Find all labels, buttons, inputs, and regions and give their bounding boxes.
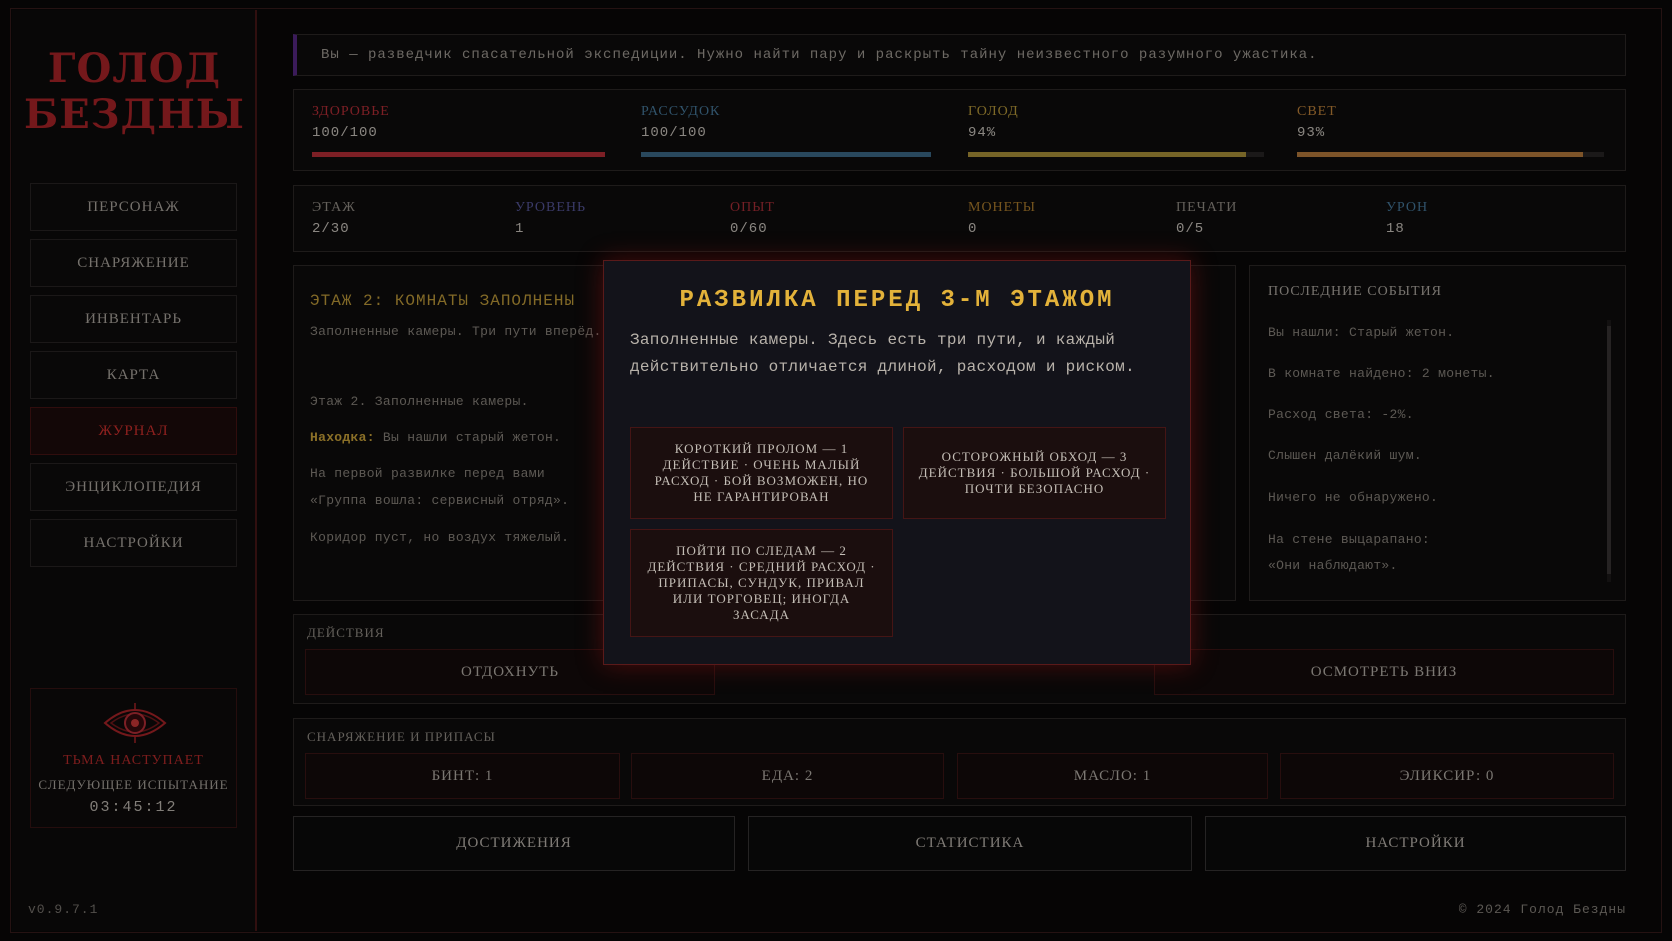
modal-description: Заполненные камеры. Здесь есть три пути,… [630,331,1135,376]
choice-short-breach[interactable]: КОРОТКИЙ ПРОЛОМ — 1 ДЕЙСТВИЕ · ОЧЕНЬ МАЛ… [630,427,893,519]
choice-follow-tracks[interactable]: ПОЙТИ ПО СЛЕДАМ — 2 ДЕЙСТВИЯ · СРЕДНИЙ Р… [630,529,893,637]
fork-modal: РАЗВИЛКА ПЕРЕД 3-М ЭТАЖОМ Заполненные ка… [603,260,1191,665]
choice-careful-detour[interactable]: ОСТОРОЖНЫЙ ОБХОД — 3 ДЕЙСТВИЯ · БОЛЬШОЙ … [903,427,1166,519]
modal-title: РАЗВИЛКА ПЕРЕД 3-М ЭТАЖОМ [679,287,1115,314]
